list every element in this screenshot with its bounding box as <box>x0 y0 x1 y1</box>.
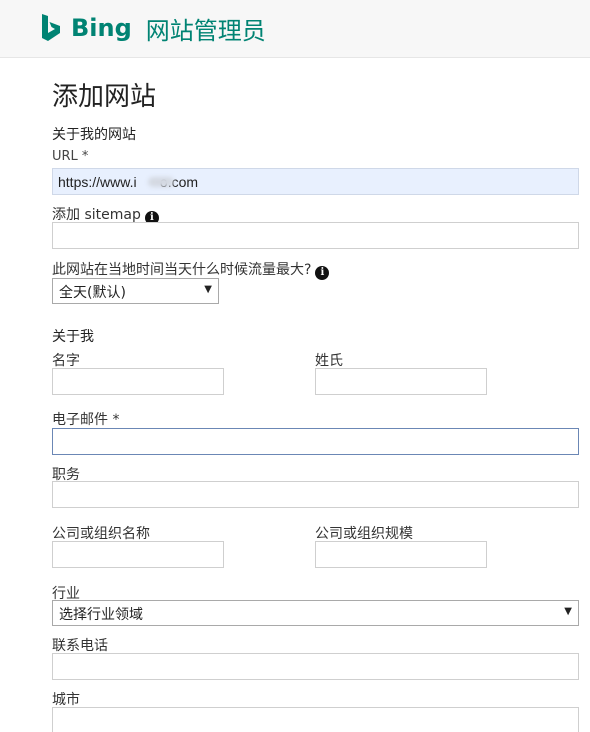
first-name-label: 名字 <box>52 353 80 369</box>
industry-selected-value: 选择行业领域 <box>59 607 143 623</box>
sitemap-label: 添加 sitemap <box>52 207 141 223</box>
first-name-input[interactable] <box>52 368 224 395</box>
phone-label: 联系电话 <box>52 638 108 654</box>
url-label: URL * <box>52 149 89 164</box>
section-title-my-site: 关于我的网站 <box>52 127 136 143</box>
page-title: 添加网站 <box>52 82 157 112</box>
top-bar: Bing 网站管理员 <box>0 0 590 58</box>
company-size-label: 公司或组织规模 <box>315 526 413 542</box>
email-input[interactable] <box>52 428 579 455</box>
brand-name: Bing <box>71 14 132 42</box>
city-label: 城市 <box>52 692 80 708</box>
company-name-input[interactable] <box>52 541 224 568</box>
last-name-input[interactable] <box>315 368 487 395</box>
product-name: 网站管理员 <box>145 16 266 45</box>
url-input[interactable] <box>52 168 579 195</box>
industry-select[interactable]: 选择行业领域 ▼ <box>52 600 579 626</box>
traffic-label: 此网站在当地时间当天什么时候流量最大? <box>52 262 312 278</box>
section-title-about-me: 关于我 <box>52 329 94 345</box>
bing-b-icon <box>42 14 60 41</box>
city-input[interactable] <box>52 707 579 732</box>
company-size-input[interactable] <box>315 541 487 568</box>
url-redaction <box>148 177 174 187</box>
phone-input[interactable] <box>52 653 579 680</box>
traffic-time-select[interactable]: 全天(默认) ▼ <box>52 278 219 304</box>
last-name-label: 姓氏 <box>315 353 343 369</box>
traffic-label-row: 此网站在当地时间当天什么时候流量最大? i <box>52 259 330 280</box>
email-label: 电子邮件 * <box>52 412 120 428</box>
job-title-input[interactable] <box>52 481 579 508</box>
sitemap-input[interactable] <box>52 222 579 249</box>
company-name-label: 公司或组织名称 <box>52 526 150 542</box>
chevron-down-icon: ▼ <box>564 606 572 617</box>
traffic-selected-value: 全天(默认) <box>59 285 126 301</box>
chevron-down-icon: ▼ <box>204 284 212 295</box>
info-icon[interactable]: i <box>315 266 330 280</box>
bing-logo[interactable]: Bing 网站管理员 <box>40 11 266 45</box>
